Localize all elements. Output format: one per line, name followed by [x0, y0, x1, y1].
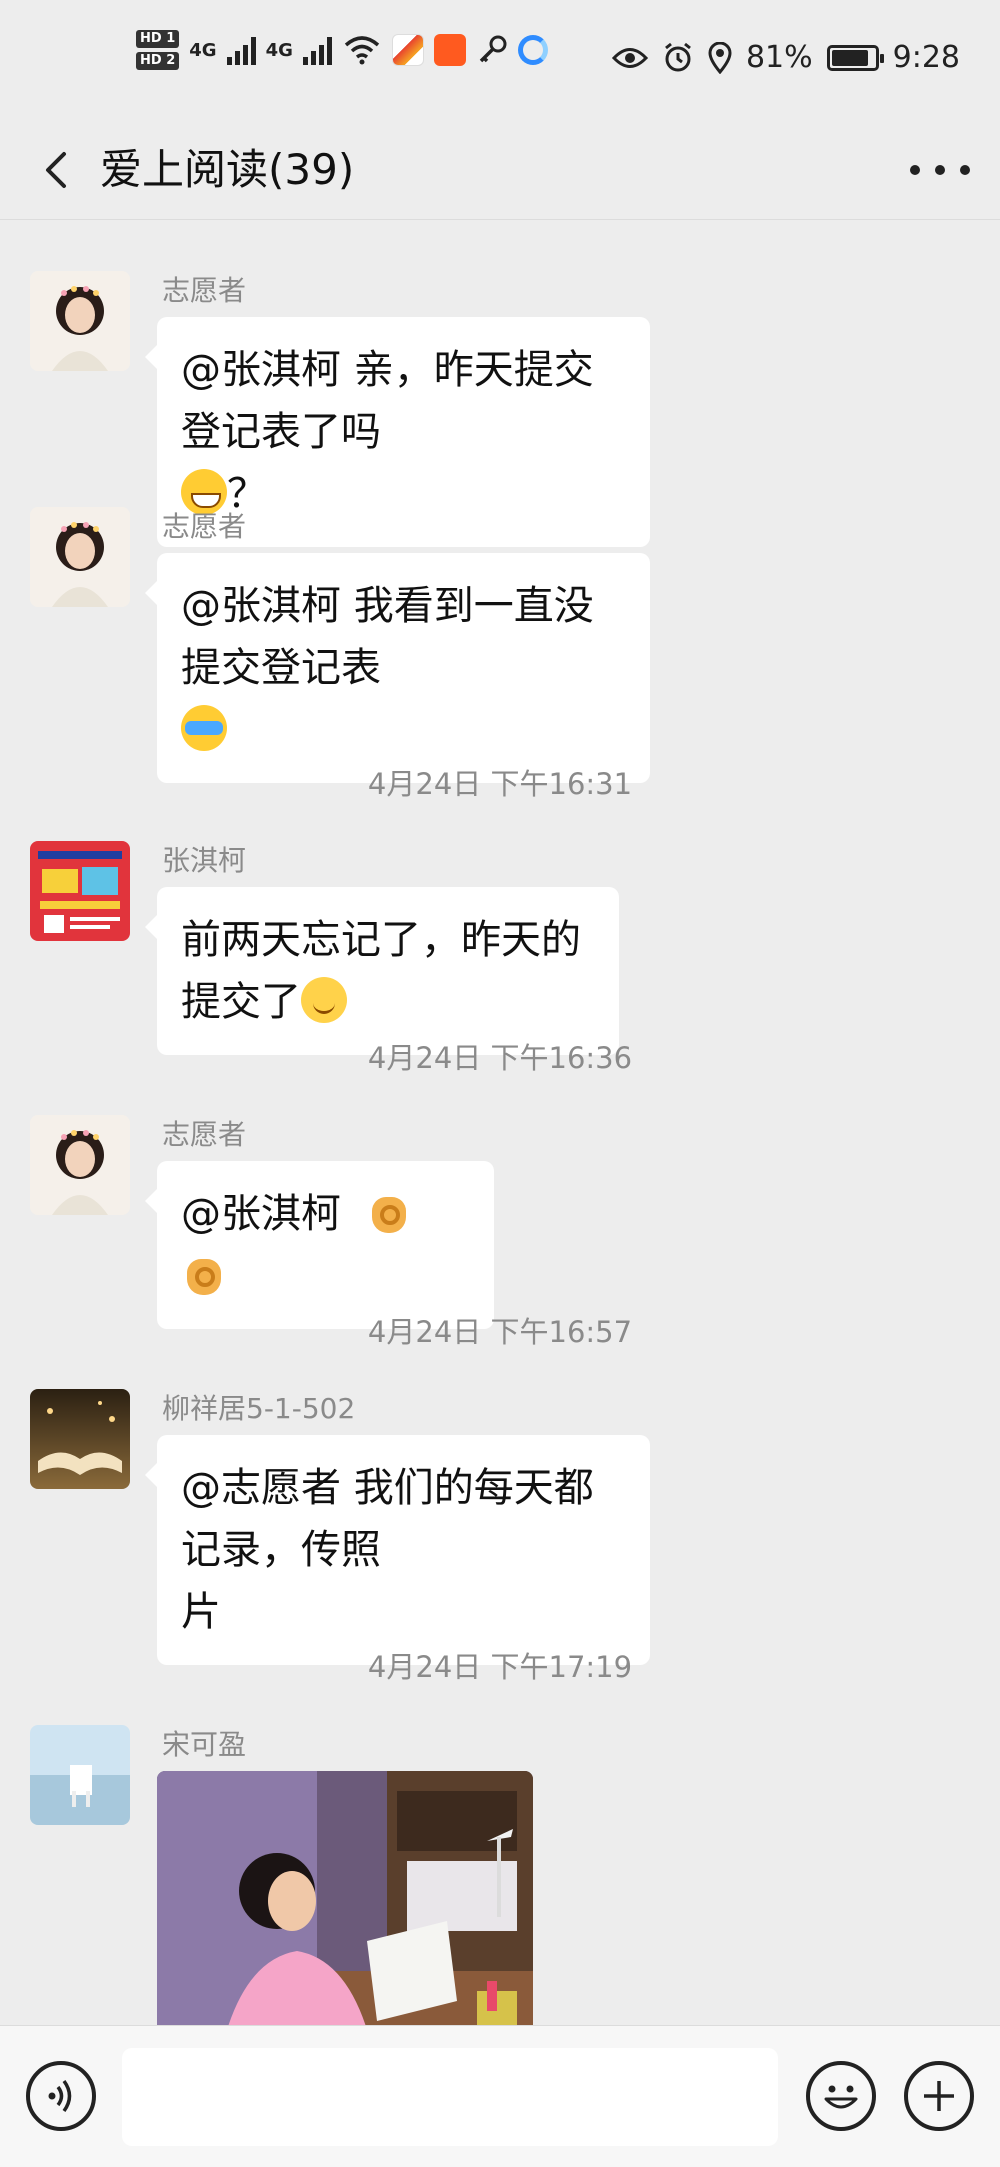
ok-hand-emoji-icon — [366, 1189, 412, 1235]
chat-header: 爱上阅读(39) — [0, 120, 1000, 220]
message-item: 志愿者 @张淇柯 我看到一直没提交登记表 — [30, 507, 990, 783]
sender-name: 张淇柯 — [162, 844, 247, 877]
timestamp: 4月24日 下午16:36 — [367, 1041, 633, 1075]
avatar[interactable] — [30, 1115, 130, 1215]
plus-icon[interactable] — [904, 2061, 974, 2131]
location-icon — [708, 41, 732, 74]
key-icon — [479, 35, 507, 63]
more-options-icon[interactable] — [910, 142, 970, 198]
wifi-icon — [344, 36, 380, 65]
eye-icon — [611, 47, 648, 68]
status-bar: HD 1 HD 2 4G 4G 81% 9:28 — [0, 0, 1000, 120]
chat-title: 爱上阅读(39) — [100, 145, 355, 194]
message-text: @志愿者 我们的每天都记录，传照 — [181, 1465, 594, 1573]
emoji-face-icon[interactable] — [806, 2061, 876, 2131]
avatar[interactable] — [30, 271, 130, 371]
sender-name: 志愿者 — [162, 274, 247, 307]
message-item: 宋可盈 — [30, 1725, 990, 2025]
net1-label: 4G — [189, 39, 217, 61]
status-right: 81% 9:28 — [611, 40, 960, 75]
avatar[interactable] — [30, 1389, 130, 1489]
app-icon — [391, 34, 424, 66]
message-text: 前两天忘记了，昨天的提交了 — [181, 917, 581, 1025]
smile-emoji-icon — [301, 977, 347, 1023]
battery-icon — [826, 44, 884, 71]
sender-name: 志愿者 — [162, 510, 247, 543]
voice-icon[interactable] — [26, 2061, 96, 2131]
avatar[interactable] — [30, 507, 130, 607]
laugh-cry-emoji-icon — [181, 705, 227, 751]
clock: 9:28 — [892, 40, 960, 75]
hd-indicator: HD 1 HD 2 — [136, 30, 180, 70]
message-text: @张淇柯 我看到一直没提交登记表 — [181, 583, 594, 691]
message-text-line2: 片 — [181, 1589, 221, 1635]
back-arrow-icon[interactable] — [30, 142, 86, 198]
signal2-icon — [302, 35, 332, 65]
timestamp: 4月24日 下午16:31 — [367, 767, 633, 801]
sender-name: 宋可盈 — [162, 1728, 247, 1761]
message-item: 志愿者 @张淇柯 亲，昨天提交登记表了吗 ？ — [30, 271, 990, 547]
message-input[interactable] — [122, 2048, 778, 2146]
alarm-icon — [665, 42, 691, 71]
image-message[interactable] — [157, 1771, 533, 2025]
status-left: HD 1 HD 2 4G 4G — [136, 30, 548, 70]
message-item: 张淇柯 前两天忘记了，昨天的提交了 — [30, 841, 990, 1055]
message-text: @张淇柯 亲，昨天提交登记表了吗 — [181, 347, 594, 455]
message-text: @张淇柯 — [181, 1191, 341, 1237]
avatar[interactable] — [30, 841, 130, 941]
hd1-label: HD 1 — [136, 30, 180, 48]
sender-name: 志愿者 — [162, 1118, 247, 1151]
sender-name: 柳祥居5-1-502 — [162, 1392, 356, 1425]
browser-icon — [517, 35, 548, 65]
message-list[interactable]: 志愿者 @张淇柯 亲，昨天提交登记表了吗 ？ 志愿者 @张淇柯 我看到一直没提交… — [0, 221, 1000, 2025]
timestamp: 4月24日 下午17:19 — [367, 1650, 633, 1684]
message-bubble[interactable]: @张淇柯 我看到一直没提交登记表 — [145, 553, 650, 783]
hd2-label: HD 2 — [136, 52, 180, 70]
message-bubble[interactable]: @志愿者 我们的每天都记录，传照 片 — [145, 1435, 650, 1665]
message-bubble[interactable]: @张淇柯 — [145, 1161, 494, 1329]
input-bar — [0, 2025, 1000, 2167]
ok-hand-emoji-icon — [181, 1251, 227, 1297]
kuaishou-icon — [433, 34, 466, 66]
signal1-icon — [226, 35, 256, 65]
avatar[interactable] — [30, 1725, 130, 1825]
battery-percent: 81% — [745, 40, 813, 75]
timestamp: 4月24日 下午16:57 — [367, 1315, 633, 1349]
message-bubble[interactable]: 前两天忘记了，昨天的提交了 — [145, 887, 619, 1055]
net2-label: 4G — [265, 39, 293, 61]
message-item: 柳祥居5-1-502 @志愿者 我们的每天都记录，传照 片 — [30, 1389, 990, 1665]
message-item: 志愿者 @张淇柯 — [30, 1115, 990, 1329]
